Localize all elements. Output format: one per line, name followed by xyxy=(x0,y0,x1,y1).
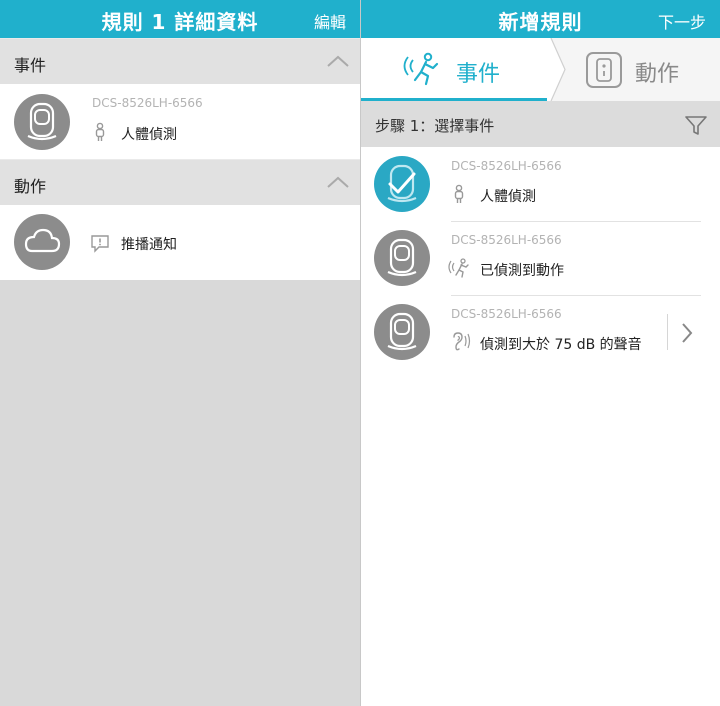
tab-events[interactable]: 事件 xyxy=(361,38,551,101)
event-type: 已偵測到動作 xyxy=(480,263,564,279)
device-name: DCS-8526LH-6566 xyxy=(451,233,562,247)
event-item[interactable]: DCS-8526LH-6566 人體偵測 xyxy=(0,84,360,159)
device-name: DCS-8526LH-6566 xyxy=(92,96,203,110)
device-name: DCS-8526LH-6566 xyxy=(451,159,562,173)
selected-check-icon xyxy=(374,156,430,212)
ear-icon xyxy=(453,332,471,351)
person-icon xyxy=(454,184,464,203)
event-option-sound[interactable]: DCS-8526LH-6566 偵測到大於 75 dB 的聲音 xyxy=(361,296,720,370)
person-icon xyxy=(95,122,105,141)
event-type: 人體偵測 xyxy=(480,189,536,205)
tab-actions[interactable]: 動作 xyxy=(567,38,720,101)
page-title: 規則 1 詳細資料 xyxy=(101,10,259,34)
rule-detail-pane: 規則 1 詳細資料 編輯 事件 DCS-8526LH-6566 人體偵測 動作 xyxy=(0,0,360,706)
camera-icon xyxy=(374,230,430,286)
next-step-button[interactable]: 下一步 xyxy=(658,9,706,33)
actions-section-header[interactable]: 動作 xyxy=(0,159,360,205)
step-tabs: 事件 動作 xyxy=(361,38,720,101)
step-bar: 步驟 1：選擇事件 xyxy=(361,101,720,147)
running-person-icon xyxy=(403,52,439,86)
notification-icon xyxy=(91,235,109,253)
event-type: 偵測到大於 75 dB 的聲音 xyxy=(480,337,642,353)
cloud-icon xyxy=(14,214,70,270)
actions-section-label: 動作 xyxy=(14,177,47,196)
edit-button[interactable]: 編輯 xyxy=(314,9,346,33)
filter-icon[interactable] xyxy=(684,113,708,137)
device-icon xyxy=(586,52,622,88)
tab-actions-label: 動作 xyxy=(635,62,680,87)
action-type: 推播通知 xyxy=(121,237,177,253)
events-section-label: 事件 xyxy=(14,56,47,75)
chevron-right-icon[interactable] xyxy=(679,321,695,345)
camera-icon xyxy=(14,94,70,150)
chevron-up-icon[interactable] xyxy=(326,174,350,190)
new-rule-pane: 新增規則 下一步 事件 動作 步驟 1：選擇事件 DCS-8526LH-6566… xyxy=(361,0,720,706)
camera-icon xyxy=(374,304,430,360)
step-label: 步驟 1：選擇事件 xyxy=(375,117,495,135)
submenu-divider xyxy=(667,314,668,350)
event-option-motion[interactable]: DCS-8526LH-6566 已偵測到動作 xyxy=(361,222,720,296)
action-item[interactable]: 推播通知 xyxy=(0,205,360,280)
tab-events-label: 事件 xyxy=(456,62,501,87)
event-option-person[interactable]: DCS-8526LH-6566 人體偵測 xyxy=(361,147,720,221)
chevron-up-icon[interactable] xyxy=(326,53,350,69)
new-rule-header: 新增規則 下一步 xyxy=(361,0,720,38)
tab-arrow xyxy=(547,38,566,101)
rule-detail-header: 規則 1 詳細資料 編輯 xyxy=(0,0,360,38)
events-section-header[interactable]: 事件 xyxy=(0,38,360,84)
device-name: DCS-8526LH-6566 xyxy=(451,307,562,321)
event-type: 人體偵測 xyxy=(121,127,177,143)
motion-icon xyxy=(448,258,469,278)
